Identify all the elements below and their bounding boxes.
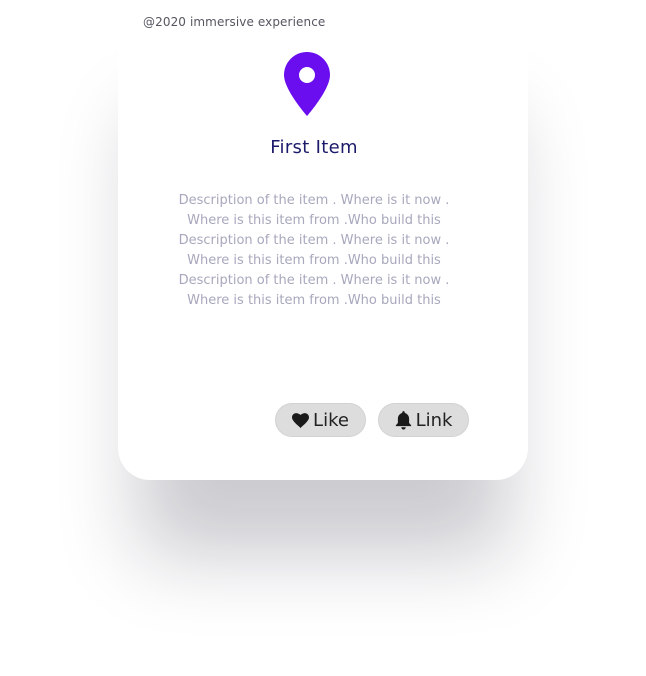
page: @2020 immersive experience First Item De… [0, 0, 646, 676]
copyright-text: @2020 immersive experience [143, 15, 326, 29]
bell-icon [395, 410, 411, 430]
like-button[interactable]: Like [275, 403, 366, 437]
heart-icon [292, 412, 310, 428]
link-button-label: Link [415, 409, 453, 431]
link-button[interactable]: Link [378, 403, 469, 437]
like-button-label: Like [313, 409, 349, 431]
location-pin-icon [284, 52, 330, 116]
item-description: Description of the item . Where is it no… [178, 193, 450, 308]
item-title: First Item [270, 137, 358, 158]
